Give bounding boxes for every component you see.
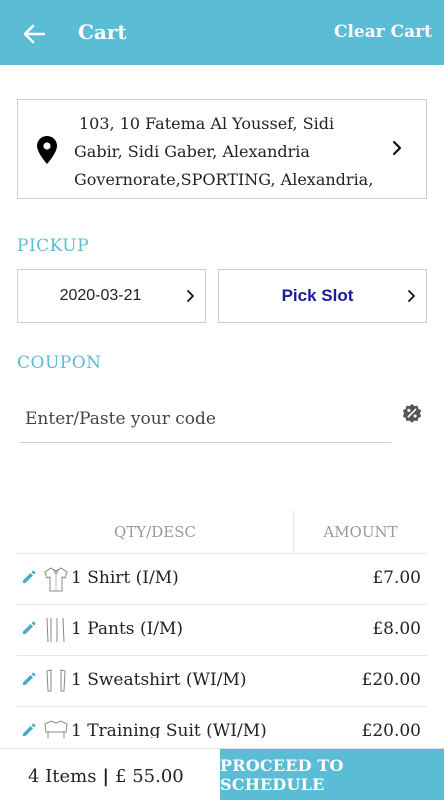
proceed-to-schedule-button[interactable]: PROCEED TO SCHEDULE [220,749,444,800]
item-amount: £20.00 [361,670,421,690]
pickup-date-value: 2020-03-21 [59,287,142,304]
item-description: 1 Sweatshirt (WI/M) [71,670,247,690]
table-row: 1 Sweatshirt (WI/M) £20.00 [17,656,427,707]
sweatshirt-icon [46,669,66,692]
address-line-3: Governorate,SPORTING, Alexandria, [74,170,374,189]
address-card[interactable]: 103, 10 Fatema Al Youssef, Sidi Gabir, S… [17,99,427,199]
pickup-section-label: PICKUP [17,236,90,256]
table-row: 1 Training Suit (WI/M) £20.00 [17,707,427,738]
item-description: 1 Shirt (I/M) [71,568,179,588]
chevron-right-icon [392,140,402,156]
item-count: 4 Items [28,766,97,787]
checkout-bar: 4 Items | £ 55.00 PROCEED TO SCHEDULE [0,748,444,800]
arrow-back-icon [23,24,45,44]
back-button[interactable] [18,18,50,50]
item-description: 1 Pants (I/M) [71,619,184,639]
item-amount: £20.00 [361,721,421,738]
address-line-2: Gabir, Sidi Gaber, Alexandria [74,142,310,161]
page-title: Cart [78,20,127,44]
clear-cart-button[interactable]: Clear Cart [334,22,432,42]
item-description: 1 Training Suit (WI/M) [71,721,267,738]
location-pin-icon [37,136,57,164]
table-row: 1 Shirt (I/M) £7.00 [17,554,427,605]
address-line-1: 103, 10 Fatema Al Youssef, Sidi [79,114,335,133]
table-row: 1 Pants (I/M) £8.00 [17,605,427,656]
edit-icon[interactable] [21,722,37,738]
pants-icon [46,617,65,643]
chevron-right-icon [187,290,194,302]
address-text: 103, 10 Fatema Al Youssef, Sidi Gabir, S… [74,110,374,194]
item-amount: £8.00 [372,619,421,639]
pick-slot-selector[interactable]: Pick Slot [218,269,427,323]
edit-icon[interactable] [21,671,37,687]
items-list[interactable]: 1 Shirt (I/M) £7.00 1 Pants (I/M) £8.00 … [17,554,427,738]
edit-icon[interactable] [21,620,37,636]
cart-summary: 4 Items | £ 55.00 [28,766,184,787]
summary-separator: | [102,766,110,787]
column-header-amount: AMOUNT [323,522,398,541]
pick-slot-label: Pick Slot [281,286,354,305]
app-bar: Cart Clear Cart [0,0,444,65]
column-header-qty-desc: QTY/DESC [17,510,294,553]
pickup-date-selector[interactable]: 2020-03-21 [17,269,206,323]
item-amount: £7.00 [372,568,421,588]
coupon-section-label: COUPON [17,353,102,373]
items-table-header: QTY/DESC AMOUNT [17,510,427,554]
edit-icon[interactable] [21,569,37,585]
training-suit-icon [44,720,68,738]
cart-total: £ 55.00 [115,766,184,787]
coupon-code-input[interactable] [19,395,391,443]
chevron-right-icon [408,290,415,302]
discount-badge-icon[interactable] [401,403,423,425]
shirt-icon [44,567,68,592]
